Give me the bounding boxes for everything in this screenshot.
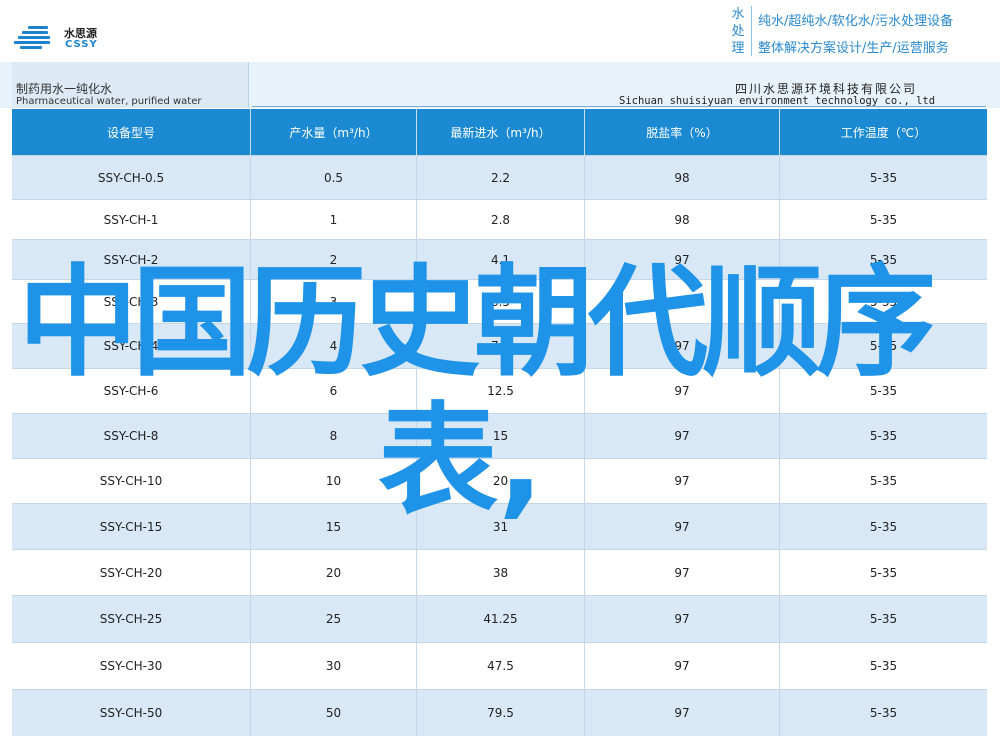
logo-text-en: CSSY (65, 39, 98, 50)
header-divider (751, 6, 752, 56)
category-title-en: Pharmaceutical water, purified water (16, 96, 202, 107)
table-cell: SSY-CH-10 (12, 459, 251, 503)
table-cell: SSY-CH-50 (12, 690, 251, 736)
table-cell: 97 (585, 596, 780, 642)
category-title-cn: 制药用水一纯化水 (16, 82, 113, 96)
column-header: 设备型号 (12, 109, 251, 155)
vertical-title-char: 水 (731, 7, 745, 22)
table-cell: 2.2 (417, 156, 585, 199)
vertical-title-char: 理 (731, 41, 745, 56)
table-cell: 38 (417, 550, 585, 595)
table-cell: 1 (251, 200, 417, 239)
table-cell: SSY-CH-8 (12, 414, 251, 458)
vertical-title-char: 处 (731, 24, 745, 39)
table-row: SSY-CH-25 25 41.25 97 5-35 (12, 595, 987, 642)
column-header: 产水量（m³/h） (251, 109, 417, 155)
table-cell: SSY-CH-15 (12, 504, 251, 549)
table-cell: SSY-CH-30 (12, 643, 251, 689)
table-cell: 0.5 (251, 156, 417, 199)
table-cell: 20 (251, 550, 417, 595)
table-row: SSY-CH-0.5 0.5 2.2 98 5-35 (12, 155, 987, 199)
table-header: 设备型号 产水量（m³/h） 最新进水（m³/h） 脱盐率（%） 工作温度（℃） (12, 109, 987, 155)
table-cell: 5-35 (869, 659, 898, 673)
table-cell: 2.8 (417, 200, 585, 239)
table-row: SSY-CH-50 50 79.5 97 5-35 (12, 689, 987, 736)
table-cell: 97 (585, 414, 780, 458)
table-cell: 5-35 (869, 519, 898, 534)
table-cell: SSY-CH-25 (12, 596, 251, 642)
table-cell: 97 (585, 643, 780, 689)
table-cell: 25 (251, 596, 417, 642)
table-cell: 97 (585, 504, 780, 549)
overlay-headline-continued: 表, (378, 392, 544, 531)
vertical-title: 水 处 理 (727, 6, 749, 57)
table-cell: 47.5 (417, 643, 585, 689)
table-cell: SSY-CH-0.5 (12, 156, 251, 199)
table-cell: 5-35 (869, 429, 898, 443)
table-cell: 5-35 (869, 170, 898, 185)
company-logo: 水思源 CSSY (14, 24, 114, 54)
table-row: SSY-CH-1 1 2.8 98 5-35 (12, 199, 987, 239)
table-cell: SSY-CH-1 (12, 200, 251, 239)
table-cell: 5-35 (869, 706, 898, 720)
table-cell: 50 (251, 690, 417, 736)
slogan-services: 整体解决方案设计/生产/运营服务 (758, 41, 949, 56)
table-cell: 97 (585, 459, 780, 503)
column-header: 工作温度（℃） (840, 125, 927, 140)
page-header: 水思源 CSSY 水 处 理 纯水/超纯水/软化水/污水处理设备 整体解决方案设… (0, 0, 1000, 62)
table-cell: 97 (585, 690, 780, 736)
column-header: 脱盐率（%） (585, 109, 780, 155)
table-cell: 5-35 (869, 474, 898, 488)
table-cell: 98 (585, 156, 780, 199)
band-underline (252, 106, 986, 107)
table-cell: 30 (251, 643, 417, 689)
table-row: SSY-CH-20 20 38 97 5-35 (12, 549, 987, 595)
table-cell: SSY-CH-20 (12, 550, 251, 595)
table-cell: 98 (585, 200, 780, 239)
table-cell: 97 (585, 550, 780, 595)
logo-mark-icon (14, 26, 58, 52)
column-header: 最新进水（m³/h） (417, 109, 585, 155)
table-cell: 5-35 (869, 565, 898, 580)
table-cell: 41.25 (417, 596, 585, 642)
overlay-headline: 中国历史朝代顺序 (18, 254, 936, 393)
table-cell: 79.5 (417, 690, 585, 736)
slogan-products: 纯水/超纯水/软化水/污水处理设备 (758, 14, 954, 29)
table-row: SSY-CH-30 30 47.5 97 5-35 (12, 642, 987, 689)
table-cell: 5-35 (869, 212, 898, 227)
table-cell: 5-35 (869, 612, 898, 626)
